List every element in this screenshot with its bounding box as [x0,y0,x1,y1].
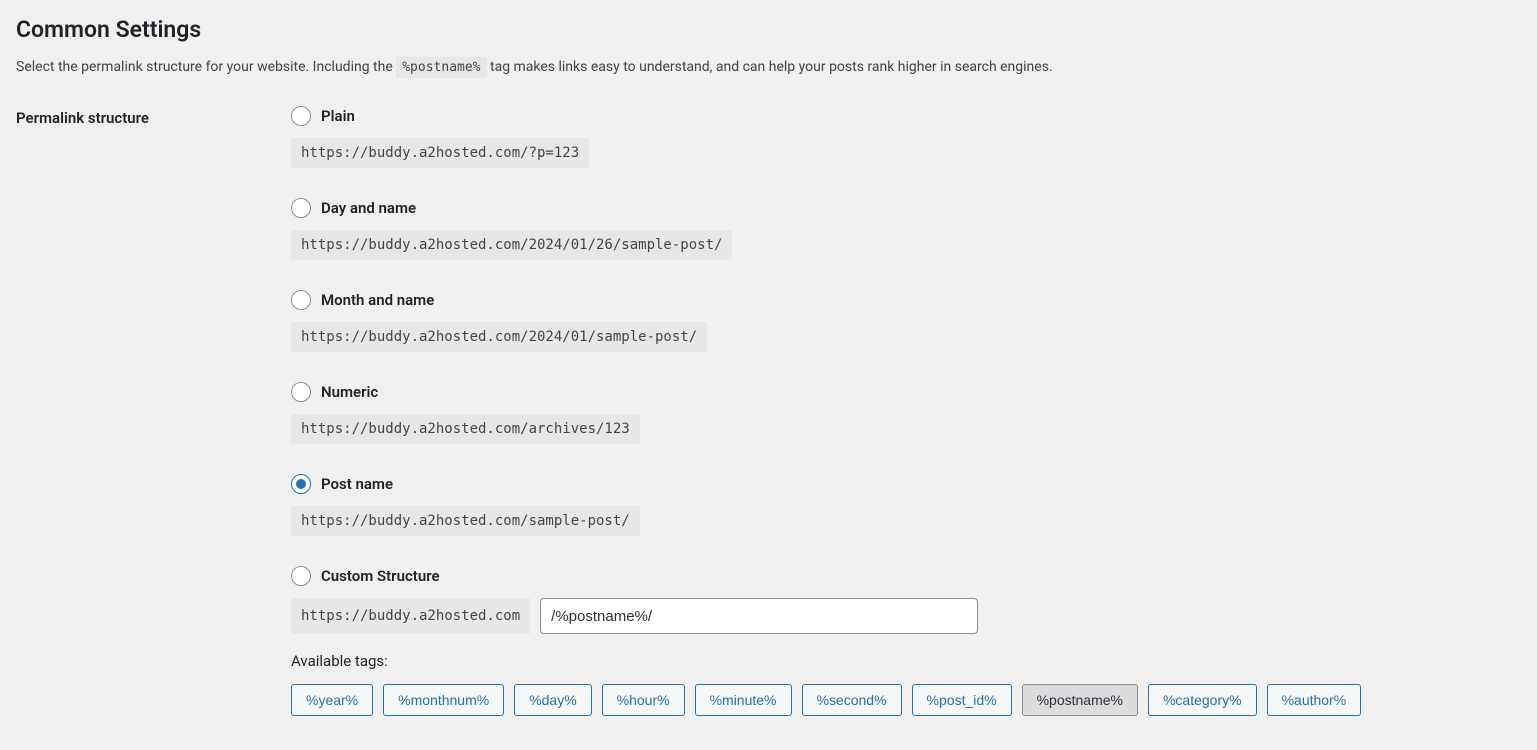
radio-custom-structure[interactable] [291,566,311,586]
tag-second-button[interactable]: %second% [802,684,902,716]
tag-author-button[interactable]: %author% [1267,684,1362,716]
field-group-label: Permalink structure [16,106,291,127]
options-column: Plain https://buddy.a2hosted.com/?p=123 … [291,106,1521,716]
radio-post-name[interactable] [291,474,311,494]
tag-category-button[interactable]: %category% [1148,684,1257,716]
option-label-plain: Plain [321,107,355,125]
intro-before: Select the permalink structure for your … [16,59,396,75]
option-label-day-and-name: Day and name [321,199,416,217]
example-month-and-name: https://buddy.a2hosted.com/2024/01/sampl… [291,322,707,352]
example-post-name: https://buddy.a2hosted.com/sample-post/ [291,506,640,536]
option-month-and-name: Month and name https://buddy.a2hosted.co… [291,290,1521,352]
tag-monthnum-button[interactable]: %monthnum% [383,684,504,716]
tag-day-button[interactable]: %day% [514,684,591,716]
option-day-and-name: Day and name https://buddy.a2hosted.com/… [291,198,1521,260]
available-tags-label: Available tags: [291,652,1521,670]
example-plain: https://buddy.a2hosted.com/?p=123 [291,138,589,168]
tag-hour-button[interactable]: %hour% [602,684,685,716]
option-label-month-and-name: Month and name [321,291,434,309]
option-label-custom-structure: Custom Structure [321,567,440,585]
option-numeric: Numeric https://buddy.a2hosted.com/archi… [291,382,1521,444]
option-label-numeric: Numeric [321,383,378,401]
radio-numeric[interactable] [291,382,311,402]
option-label-post-name: Post name [321,475,393,493]
radio-day-and-name[interactable] [291,198,311,218]
tag-postname-button[interactable]: %postname% [1022,684,1138,716]
option-custom-structure: Custom Structure https://buddy.a2hosted.… [291,566,1521,716]
example-day-and-name: https://buddy.a2hosted.com/2024/01/26/sa… [291,230,732,260]
tag-post-id-button[interactable]: %post_id% [912,684,1012,716]
tag-year-button[interactable]: %year% [291,684,373,716]
intro-after: tag makes links easy to understand, and … [490,59,1053,75]
example-numeric: https://buddy.a2hosted.com/archives/123 [291,414,640,444]
radio-month-and-name[interactable] [291,290,311,310]
tag-minute-button[interactable]: %minute% [695,684,792,716]
section-heading: Common Settings [16,16,1521,43]
custom-structure-input[interactable] [540,598,978,634]
tag-row: %year% %monthnum% %day% %hour% %minute% … [291,684,1521,716]
option-post-name: Post name https://buddy.a2hosted.com/sam… [291,474,1521,536]
option-plain: Plain https://buddy.a2hosted.com/?p=123 [291,106,1521,168]
intro-code-tag: %postname% [396,57,486,78]
radio-plain[interactable] [291,106,311,126]
custom-prefix: https://buddy.a2hosted.com [291,598,530,634]
intro-text: Select the permalink structure for your … [16,57,1521,78]
